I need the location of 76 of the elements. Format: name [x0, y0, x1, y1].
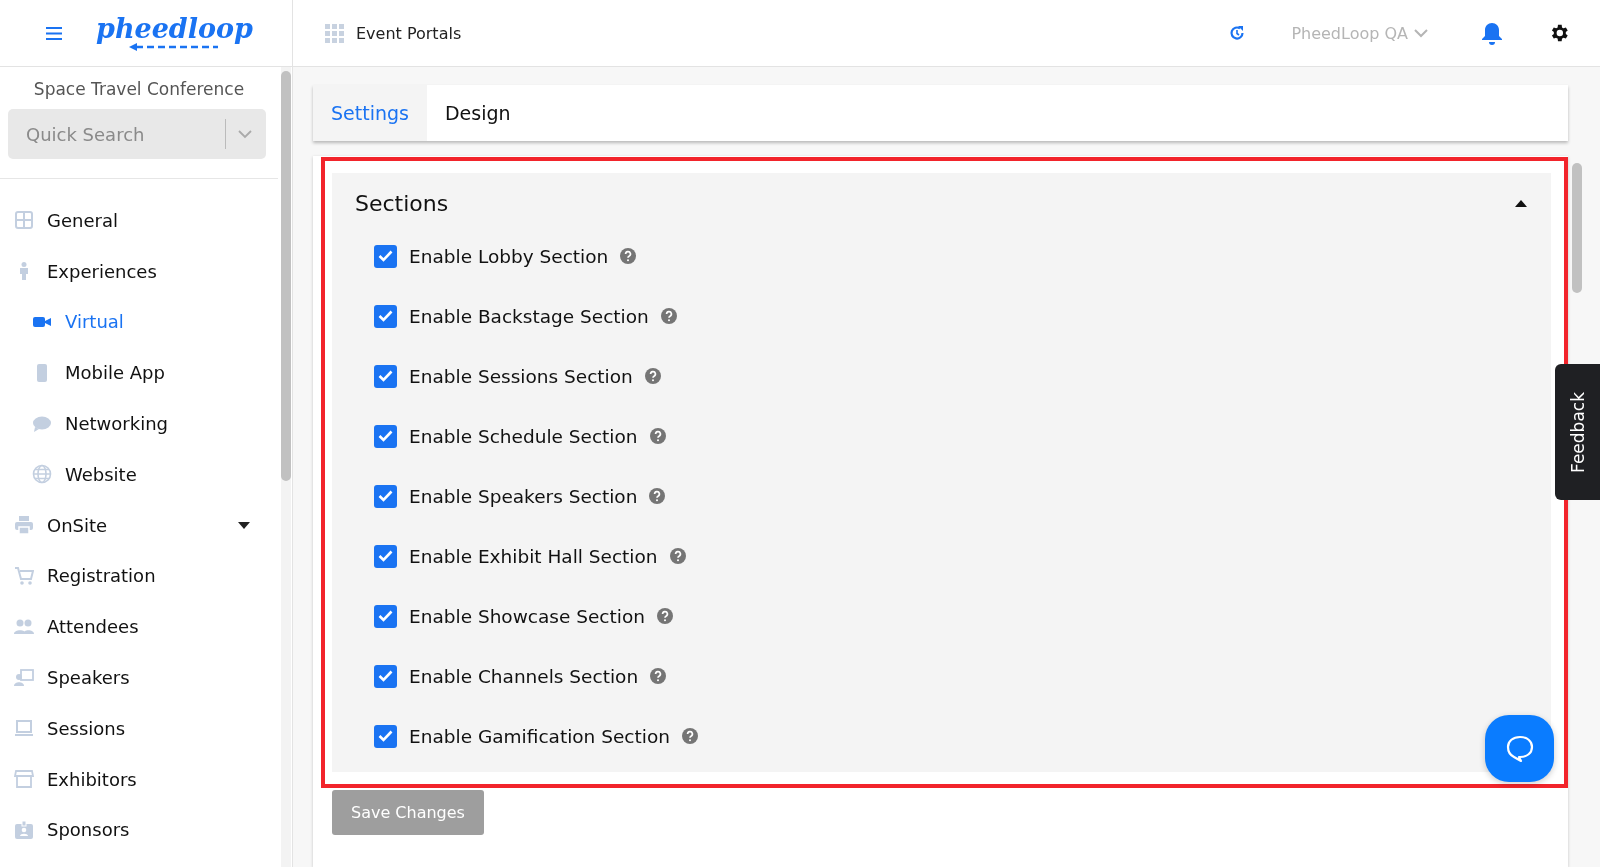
checkmark-icon	[378, 490, 393, 502]
option-label: Enable Schedule Section	[409, 425, 638, 447]
scrollbar-thumb[interactable]	[281, 71, 291, 481]
nav-item[interactable]: Exhibitors	[0, 753, 278, 805]
badge-icon	[14, 819, 34, 840]
tab[interactable]: Settings	[313, 85, 427, 141]
help-icon[interactable]	[620, 248, 637, 264]
checkmark-icon	[378, 610, 393, 622]
option-label: Enable Backstage Section	[409, 305, 649, 327]
checkmark-icon	[378, 370, 393, 382]
help-icon[interactable]	[650, 668, 667, 684]
store-icon	[14, 769, 34, 790]
checkmark-icon	[378, 550, 393, 562]
help-icon[interactable]	[660, 308, 677, 324]
checkmark-icon	[378, 430, 393, 442]
caret-down-icon[interactable]	[238, 521, 250, 529]
option-label: Enable Showcase Section	[409, 605, 645, 627]
quick-search-bar[interactable]: Quick Search	[8, 109, 266, 159]
help-icon[interactable]	[644, 368, 661, 384]
checkmark-icon	[378, 670, 393, 682]
nav-item[interactable]: General	[0, 195, 278, 246]
globe-icon	[32, 464, 52, 485]
option-label: Enable Lobby Section	[409, 245, 609, 267]
chevron-down-icon	[1414, 28, 1428, 38]
nav-item[interactable]: Attendees	[0, 601, 278, 653]
nav-item[interactable]: Sessions	[0, 702, 278, 754]
help-icon[interactable]	[669, 548, 686, 564]
option-label: Enable Sessions Section	[409, 365, 633, 387]
option-label: Enable Gamification Section	[409, 725, 670, 747]
option-label: Enable Channels Section	[409, 665, 639, 687]
nav-item[interactable]: Virtual	[0, 296, 278, 348]
logo[interactable]: pheedloop	[96, 15, 253, 42]
tab[interactable]: Design	[426, 85, 529, 141]
checkbox[interactable]	[374, 304, 397, 328]
cart-icon	[14, 565, 34, 586]
help-icon[interactable]	[681, 728, 698, 744]
search-input[interactable]: Quick Search	[24, 122, 225, 146]
checkmark-icon	[378, 250, 393, 262]
nav-item[interactable]: Mobile App	[0, 347, 278, 399]
checkbox[interactable]	[374, 724, 397, 748]
nav-item[interactable]: Networking	[0, 398, 278, 449]
feedback-tab[interactable]: Feedback	[1555, 364, 1600, 500]
checkbox[interactable]	[374, 244, 397, 268]
nav-item[interactable]: Registration	[0, 550, 278, 602]
checkbox[interactable]	[374, 484, 397, 508]
nav-item[interactable]: Experiences	[0, 245, 278, 297]
menu-icon[interactable]	[46, 26, 62, 40]
help-icon[interactable]	[649, 428, 666, 444]
event-title: Space Travel Conference	[32, 78, 246, 101]
checkmark-icon	[378, 730, 393, 742]
checkmark-icon	[378, 310, 393, 322]
caret-up-icon[interactable]	[1515, 200, 1527, 207]
help-icon[interactable]	[649, 488, 666, 504]
presenter-icon	[14, 667, 34, 688]
printer-icon	[14, 515, 34, 536]
grid-icon	[14, 210, 34, 231]
chevron-down-icon	[238, 129, 252, 139]
checkbox[interactable]	[374, 424, 397, 448]
nav-item[interactable]: Website	[0, 449, 278, 500]
scrollbar-thumb[interactable]	[1572, 163, 1582, 293]
option-label: Enable Exhibit Hall Section	[409, 545, 658, 567]
checkbox[interactable]	[374, 364, 397, 388]
laptop-icon	[14, 718, 34, 739]
nav-item[interactable]: Sponsors	[0, 804, 278, 856]
checkbox[interactable]	[374, 664, 397, 688]
help-icon[interactable]	[656, 608, 673, 624]
bell-icon[interactable]	[1482, 21, 1502, 45]
section-title: Sections	[355, 191, 449, 216]
chat-bubble-icon	[1504, 733, 1535, 764]
checkbox[interactable]	[374, 604, 397, 628]
checkbox[interactable]	[374, 544, 397, 568]
nav-item[interactable]: Speakers	[0, 652, 278, 703]
nav-item[interactable]: OnSite	[0, 499, 278, 551]
breadcrumb-title[interactable]: Event Portals	[356, 23, 462, 43]
option-label: Enable Speakers Section	[409, 485, 638, 507]
refresh-icon[interactable]	[1229, 25, 1246, 41]
